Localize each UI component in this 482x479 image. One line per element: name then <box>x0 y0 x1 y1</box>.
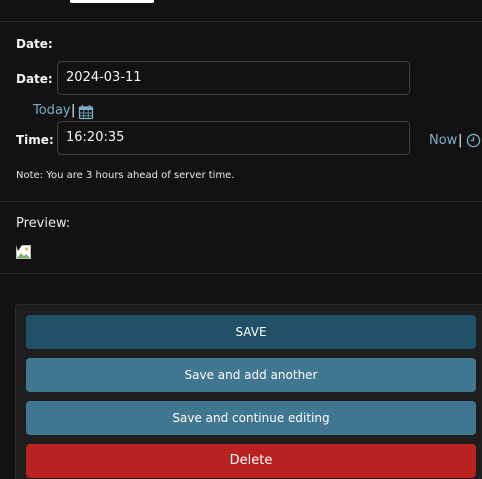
delete-button[interactable]: Delete <box>26 444 476 478</box>
previous-field-input[interactable] <box>70 0 154 3</box>
date-label: Date: <box>16 72 53 86</box>
today-link[interactable]: Today <box>33 103 71 118</box>
preview-label: Preview: <box>16 216 71 231</box>
time-label: Time: <box>16 133 54 147</box>
save-button[interactable]: SAVE <box>26 315 476 349</box>
clock-icon[interactable] <box>466 133 481 152</box>
divider <box>0 273 482 274</box>
divider <box>0 201 482 202</box>
now-separator: | <box>458 133 463 148</box>
now-link[interactable]: Now <box>429 133 457 148</box>
date-heading: Date: <box>16 37 53 51</box>
broken-image-icon <box>16 244 31 259</box>
change-form: Date: Date: 2024-03-11 Today | Time: 16:… <box>0 0 482 479</box>
time-input[interactable]: 16:20:35 <box>57 121 410 155</box>
date-input[interactable]: 2024-03-11 <box>57 61 410 95</box>
save-and-add-another-button[interactable]: Save and add another <box>26 358 476 392</box>
divider <box>0 21 482 22</box>
timezone-note: Note: You are 3 hours ahead of server ti… <box>16 170 235 181</box>
today-separator: | <box>71 103 76 118</box>
save-and-continue-button[interactable]: Save and continue editing <box>26 401 476 435</box>
